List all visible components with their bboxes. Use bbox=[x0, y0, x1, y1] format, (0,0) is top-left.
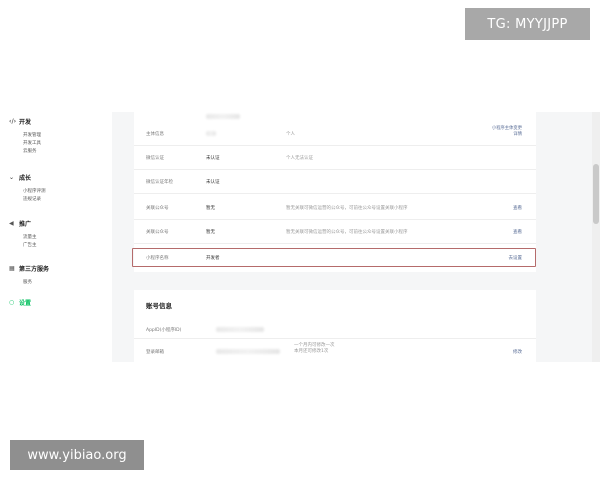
sidebar-item-traffic[interactable]: 流量主 bbox=[23, 234, 37, 242]
app-window: ‹/› 开发 开发管理 开发工具 云服务 ⌄ 成长 小程序评测 违规记录 ◀ 推… bbox=[0, 112, 600, 362]
highlight-box bbox=[132, 248, 536, 267]
sidebar-item-cloud[interactable]: 云服务 bbox=[23, 148, 41, 156]
sidebar-item-violations[interactable]: 违规记录 bbox=[23, 196, 46, 204]
nav-head-thirdparty[interactable]: ▦ 第三方服务 bbox=[9, 263, 49, 273]
watermark-bottom: www.yibiao.org bbox=[10, 440, 144, 470]
info-row-wechat-verify: 微信认证 未认证 个人无法认证 bbox=[134, 146, 536, 170]
nav-group-thirdparty: ▦ 第三方服务 服务 bbox=[9, 263, 49, 287]
info-row-subject: 主体信息 个人 小程序主体变更 详情 bbox=[134, 122, 536, 146]
blurred-value bbox=[216, 349, 280, 354]
account-info-card: 账号信息 AppID(小程序ID) 登录邮箱 一个月内可修改一次 本月还可修改1… bbox=[134, 290, 536, 362]
row-desc: 一个月内可修改一次 本月还可修改1次 bbox=[294, 343, 335, 355]
info-row-linked-account-1: 关联公众号 暂无 暂无关联可微信运营的公众号，可前往公众号设置关联小程序 查看 bbox=[134, 196, 536, 220]
row-value: 未认证 bbox=[206, 156, 220, 161]
sidebar-item-dev-manage[interactable]: 开发管理 bbox=[23, 132, 41, 140]
settings-icon: ○ bbox=[9, 298, 15, 306]
card-title: 账号信息 bbox=[146, 302, 172, 310]
nav-head-develop[interactable]: ‹/› 开发 bbox=[9, 116, 41, 126]
code-icon: ‹/› bbox=[9, 117, 17, 125]
row-value: 暂无 bbox=[206, 206, 215, 211]
blurred-value bbox=[206, 131, 216, 136]
scrollbar-thumb[interactable] bbox=[593, 164, 599, 224]
blurred-value bbox=[216, 327, 264, 332]
nav-group-growth: ⌄ 成长 小程序评测 违规记录 bbox=[9, 172, 46, 204]
desc-line-2: 本月还可修改1次 bbox=[294, 349, 329, 354]
nav-head-settings[interactable]: ○ 设置 bbox=[9, 297, 31, 307]
sidebar: ‹/› 开发 开发管理 开发工具 云服务 ⌄ 成长 小程序评测 违规记录 ◀ 推… bbox=[0, 112, 112, 362]
nav-group-develop: ‹/› 开发 开发管理 开发工具 云服务 bbox=[9, 116, 41, 156]
row-label: 关联公众号 bbox=[146, 206, 169, 211]
sidebar-item-dev-tools[interactable]: 开发工具 bbox=[23, 140, 41, 148]
info-row-annual-review: 微信认证年检 未认证 bbox=[134, 170, 536, 194]
view-link[interactable]: 查看 bbox=[513, 229, 522, 235]
grid-icon: ▦ bbox=[9, 264, 15, 272]
nav-head-label: 设置 bbox=[19, 299, 32, 307]
row-desc: 个人无法认证 bbox=[286, 156, 313, 161]
note-line-2: 详情 bbox=[513, 132, 522, 137]
subject-change-link[interactable]: 小程序主体变更 详情 bbox=[492, 126, 522, 138]
info-row-appid: AppID(小程序ID) bbox=[134, 318, 536, 339]
nav-head-promote[interactable]: ◀ 推广 bbox=[9, 218, 37, 228]
info-row-linked-account-2: 关联公众号 暂无 暂无关联可微信运营的公众号，可前往公众号设置关联小程序 查看 bbox=[134, 220, 536, 244]
watermark-top: TG: MYYJJPP bbox=[465, 8, 590, 40]
edit-email-link[interactable]: 修改 bbox=[513, 349, 522, 355]
nav-head-label: 推广 bbox=[19, 220, 32, 228]
row-label: 关联公众号 bbox=[146, 230, 169, 235]
nav-group-promote: ◀ 推广 流量主 广告主 bbox=[9, 218, 37, 250]
nav-head-label: 第三方服务 bbox=[19, 265, 50, 273]
scrollbar[interactable] bbox=[592, 112, 600, 362]
nav-head-growth[interactable]: ⌄ 成长 bbox=[9, 172, 46, 182]
nav-head-label: 成长 bbox=[19, 174, 32, 182]
view-link[interactable]: 查看 bbox=[513, 205, 522, 211]
row-label: 登录邮箱 bbox=[146, 350, 164, 355]
sidebar-item-service[interactable]: 服务 bbox=[23, 279, 49, 287]
promote-icon: ◀ bbox=[9, 219, 14, 227]
row-value: 未认证 bbox=[206, 180, 220, 185]
row-desc: 个人 bbox=[286, 132, 295, 137]
growth-icon: ⌄ bbox=[9, 173, 15, 181]
blurred-top-value bbox=[206, 114, 240, 119]
row-label: 微信认证年检 bbox=[146, 180, 173, 185]
desc-line-1: 一个月内可修改一次 bbox=[294, 343, 335, 348]
nav-head-label: 开发 bbox=[19, 118, 32, 126]
row-label: AppID(小程序ID) bbox=[146, 328, 182, 333]
sidebar-item-advertiser[interactable]: 广告主 bbox=[23, 242, 37, 250]
row-desc: 暂无关联可微信运营的公众号，可前往公众号设置关联小程序 bbox=[286, 230, 408, 235]
note-line-1: 小程序主体变更 bbox=[491, 126, 522, 131]
row-label: 主体信息 bbox=[146, 132, 164, 137]
nav-group-settings: ○ 设置 bbox=[9, 297, 31, 307]
row-value: 暂无 bbox=[206, 230, 215, 235]
info-row-email: 登录邮箱 一个月内可修改一次 本月还可修改1次 修改 bbox=[134, 340, 536, 362]
row-label: 微信认证 bbox=[146, 156, 164, 161]
row-desc: 暂无关联可微信运营的公众号，可前往公众号设置关联小程序 bbox=[286, 206, 408, 211]
sidebar-item-evaluation[interactable]: 小程序评测 bbox=[23, 188, 46, 196]
